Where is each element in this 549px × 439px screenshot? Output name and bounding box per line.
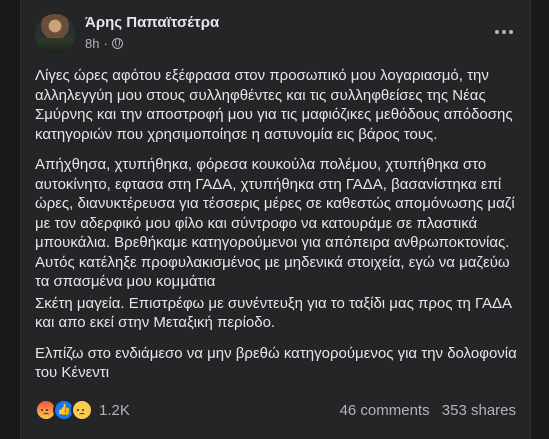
dot-1: [495, 30, 499, 34]
reactions-summary[interactable]: 👍 1.2K: [35, 399, 130, 421]
post-paragraph: Ελπίζω στο ενδιάμεσο να μην βρεθώ κατηγο…: [35, 344, 517, 382]
post-body: Λίγες ώρες αφότου εξέφρασα στον προσωπικ…: [35, 66, 517, 394]
post-time[interactable]: 8h: [85, 36, 99, 51]
globe-icon: [111, 38, 123, 49]
dot-2: [502, 30, 506, 34]
post-paragraph: Σκέτη μαγεία. Επιστρέφω με συνέντευξη γι…: [35, 294, 512, 332]
post-header: Άρης Παπαϊτσέτρα 8h ·: [35, 12, 520, 56]
comments-count[interactable]: 46 comments: [340, 402, 430, 419]
meta-separator: ·: [103, 36, 108, 51]
dot-3: [509, 30, 513, 34]
reaction-count[interactable]: 1.2K: [99, 402, 130, 419]
post-meta: 8h ·: [85, 36, 123, 51]
post-paragraph: Λίγες ώρες αφότου εξέφρασα στον προσωπικ…: [35, 67, 513, 143]
post-stats: 46 comments 353 shares: [332, 402, 516, 419]
post-card: Άρης Παπαϊτσέτρα 8h · Λίγες ώρες αφότου …: [20, 0, 531, 439]
sad-reaction-icon: [71, 399, 93, 421]
post-footer: 👍 1.2K 46 comments 353 shares: [35, 396, 516, 424]
more-options-icon[interactable]: [492, 20, 516, 44]
author-name[interactable]: Άρης Παπαϊτσέτρα: [85, 14, 219, 31]
shares-count[interactable]: 353 shares: [442, 402, 516, 419]
post-paragraph: Απήχθησα, χτυπήθηκα, φόρεσα κουκούλα πολ…: [35, 156, 515, 290]
avatar[interactable]: [35, 14, 75, 54]
